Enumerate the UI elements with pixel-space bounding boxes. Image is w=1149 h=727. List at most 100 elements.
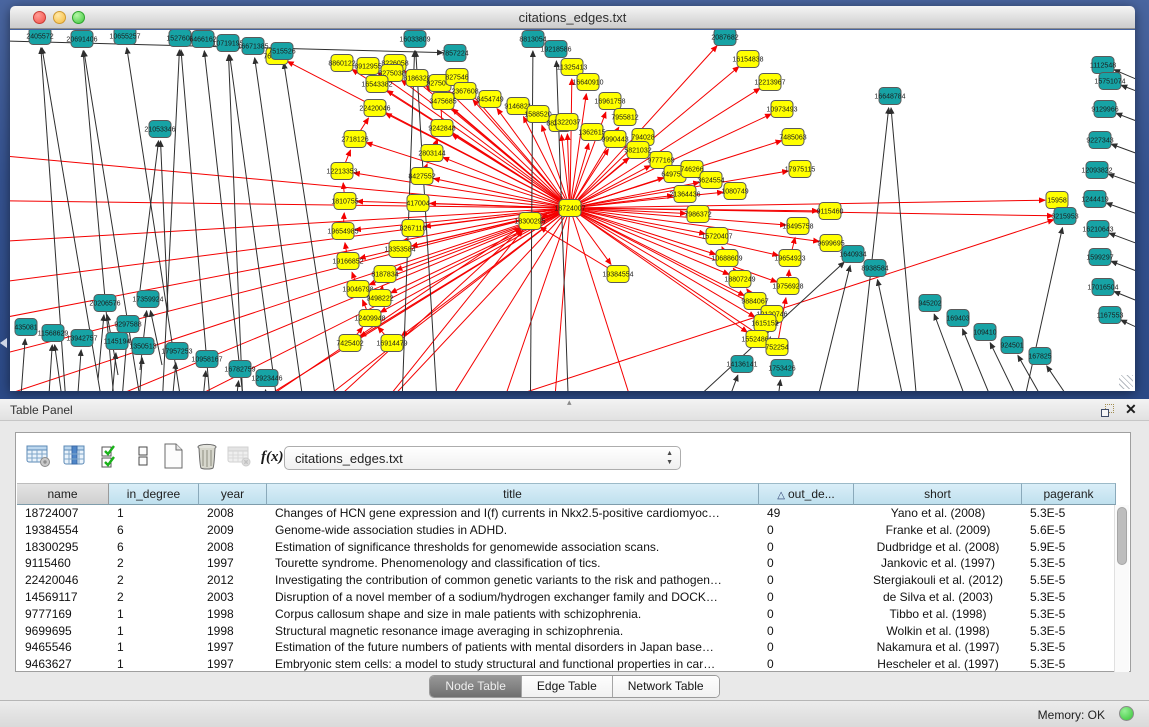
- table-cell[interactable]: 5.9E-5: [1022, 539, 1116, 556]
- graph-node[interactable]: 17016504: [1087, 279, 1118, 296]
- table-cell[interactable]: 5.3E-5: [1022, 555, 1116, 572]
- graph-node[interactable]: 8454749: [476, 91, 503, 108]
- graph-node[interactable]: 18807249: [724, 271, 755, 288]
- table-cell[interactable]: Yano et al. (2008): [854, 505, 1022, 522]
- table-cell[interactable]: 0: [759, 539, 854, 556]
- graph-node[interactable]: 2405572: [26, 30, 53, 45]
- graph-node[interactable]: 8813054: [519, 31, 546, 48]
- table-cell[interactable]: Genome-wide association studies in ADHD.: [267, 522, 759, 539]
- graph-node[interactable]: 19654985: [327, 223, 358, 240]
- table-row[interactable]: 1830029562008Estimation of significance …: [17, 539, 1116, 556]
- graph-node[interactable]: 435081: [14, 319, 37, 336]
- graph-node[interactable]: 1244419: [1081, 191, 1108, 208]
- graph-node[interactable]: 752254: [765, 339, 788, 356]
- table-row[interactable]: 1456911722003Disruption of a novel membe…: [17, 589, 1116, 606]
- table-cell[interactable]: 5.3E-5: [1022, 656, 1116, 673]
- graph-node[interactable]: 10655257: [109, 30, 140, 45]
- table-cell[interactable]: 0: [759, 555, 854, 572]
- graph-node[interactable]: 11325413: [557, 59, 588, 76]
- scrollbar-thumb[interactable]: [1117, 507, 1127, 565]
- graph-node[interactable]: 16961758: [594, 93, 625, 110]
- table-cell[interactable]: Nakamura et al. (1997): [854, 639, 1022, 656]
- graph-node[interactable]: 22420046: [359, 100, 390, 117]
- column-header-out_de[interactable]: △out_de...: [759, 483, 854, 505]
- graph-node[interactable]: 8938584: [861, 260, 888, 277]
- table-cell[interactable]: 0: [759, 572, 854, 589]
- tab-edge-table[interactable]: Edge Table: [522, 676, 613, 697]
- table-row[interactable]: 1938455462009Genome-wide association stu…: [17, 522, 1116, 539]
- table-cell[interactable]: 9777169: [17, 606, 109, 623]
- table-cell[interactable]: 19384554: [17, 522, 109, 539]
- graph-node[interactable]: 9699695: [817, 235, 844, 252]
- new-column-button[interactable]: [158, 442, 188, 472]
- table-cell[interactable]: 5.5E-5: [1022, 572, 1116, 589]
- graph-node[interactable]: 10958167: [191, 351, 222, 368]
- graph-node[interactable]: 18300295: [514, 213, 545, 230]
- table-cell[interactable]: Jankovic et al. (1997): [854, 555, 1022, 572]
- graph-node[interactable]: 169403: [946, 310, 969, 327]
- graph-node[interactable]: 2367608: [451, 83, 478, 100]
- table-row[interactable]: 911546021997Tourette syndrome. Phenomeno…: [17, 555, 1116, 572]
- graph-node[interactable]: 13353584: [384, 241, 415, 258]
- graph-node[interactable]: 1145194: [104, 333, 131, 350]
- table-cell[interactable]: Structural magnetic resonance image aver…: [267, 623, 759, 640]
- table-cell[interactable]: Estimation of the future numbers of pati…: [267, 639, 759, 656]
- network-graph[interactable]: 1872400788601228912955822605882750388186…: [10, 30, 1135, 391]
- graph-node[interactable]: 9115460: [817, 203, 844, 220]
- graph-node[interactable]: 2718126: [341, 131, 368, 148]
- graph-node[interactable]: 15958: [1046, 192, 1068, 209]
- graph-node[interactable]: 7425402: [336, 335, 363, 352]
- table-cell[interactable]: Stergiakouli et al. (2012): [854, 572, 1022, 589]
- table-cell[interactable]: 2: [109, 572, 199, 589]
- close-panel-icon[interactable]: ✕: [1125, 401, 1137, 418]
- network-canvas[interactable]: 1872400788601228912955822605882750388186…: [10, 30, 1135, 391]
- graph-node[interactable]: 7485063: [779, 129, 806, 146]
- table-row[interactable]: 969969511998Structural magnetic resonanc…: [17, 623, 1116, 640]
- graph-node[interactable]: 15751074: [1094, 73, 1125, 90]
- tab-network-table[interactable]: Network Table: [613, 676, 719, 697]
- table-cell[interactable]: Franke et al. (2009): [854, 522, 1022, 539]
- table-cell[interactable]: 0: [759, 639, 854, 656]
- show-columns-button[interactable]: [60, 442, 90, 472]
- graph-node[interactable]: 16154838: [732, 51, 763, 68]
- table-cell[interactable]: 18724007: [17, 505, 109, 522]
- table-cell[interactable]: 0: [759, 522, 854, 539]
- graph-node[interactable]: 945202: [918, 295, 941, 312]
- graph-node[interactable]: 8860122: [328, 55, 355, 72]
- graph-node[interactable]: 417004: [406, 195, 429, 212]
- table-cell[interactable]: 1998: [199, 623, 267, 640]
- table-cell[interactable]: 2003: [199, 589, 267, 606]
- table-cell[interactable]: 1: [109, 623, 199, 640]
- table-cell[interactable]: 2008: [199, 505, 267, 522]
- table-vertical-scrollbar[interactable]: [1114, 505, 1129, 672]
- graph-node[interactable]: 12213967: [754, 74, 785, 91]
- graph-node[interactable]: 16033809: [399, 31, 430, 48]
- table-cell[interactable]: 1997: [199, 555, 267, 572]
- memory-status-indicator[interactable]: [1119, 706, 1134, 721]
- table-cell[interactable]: 5.3E-5: [1022, 623, 1116, 640]
- graph-node[interactable]: 17975115: [785, 161, 816, 178]
- graph-node[interactable]: 16648784: [874, 88, 905, 105]
- table-cell[interactable]: de Silva et al. (2003): [854, 589, 1022, 606]
- graph-node[interactable]: 17359924: [132, 291, 163, 308]
- graph-node[interactable]: 15720407: [701, 228, 732, 245]
- graph-node[interactable]: 16640910: [572, 74, 603, 91]
- table-cell[interactable]: 22420046: [17, 572, 109, 589]
- graph-node[interactable]: 3215953: [1051, 208, 1078, 225]
- table-cell[interactable]: 2012: [199, 572, 267, 589]
- graph-node[interactable]: 17957253: [161, 343, 192, 360]
- table-cell[interactable]: Tibbo et al. (1998): [854, 606, 1022, 623]
- table-cell[interactable]: 1997: [199, 656, 267, 673]
- graph-node[interactable]: 21364436: [669, 186, 700, 203]
- table-cell[interactable]: Wolkin et al. (1998): [854, 623, 1022, 640]
- column-header-pagerank[interactable]: pagerank: [1022, 483, 1116, 505]
- graph-node[interactable]: 109410: [973, 324, 996, 341]
- table-cell[interactable]: 0: [759, 623, 854, 640]
- table-cell[interactable]: Corpus callosum shape and size in male p…: [267, 606, 759, 623]
- window-titlebar[interactable]: citations_edges.txt: [10, 6, 1135, 29]
- graph-node[interactable]: 7857224: [441, 45, 468, 62]
- column-header-name[interactable]: name: [17, 483, 109, 505]
- graph-node[interactable]: 2803144: [418, 145, 445, 162]
- graph-node[interactable]: 20206576: [89, 295, 120, 312]
- table-cell[interactable]: 5.3E-5: [1022, 639, 1116, 656]
